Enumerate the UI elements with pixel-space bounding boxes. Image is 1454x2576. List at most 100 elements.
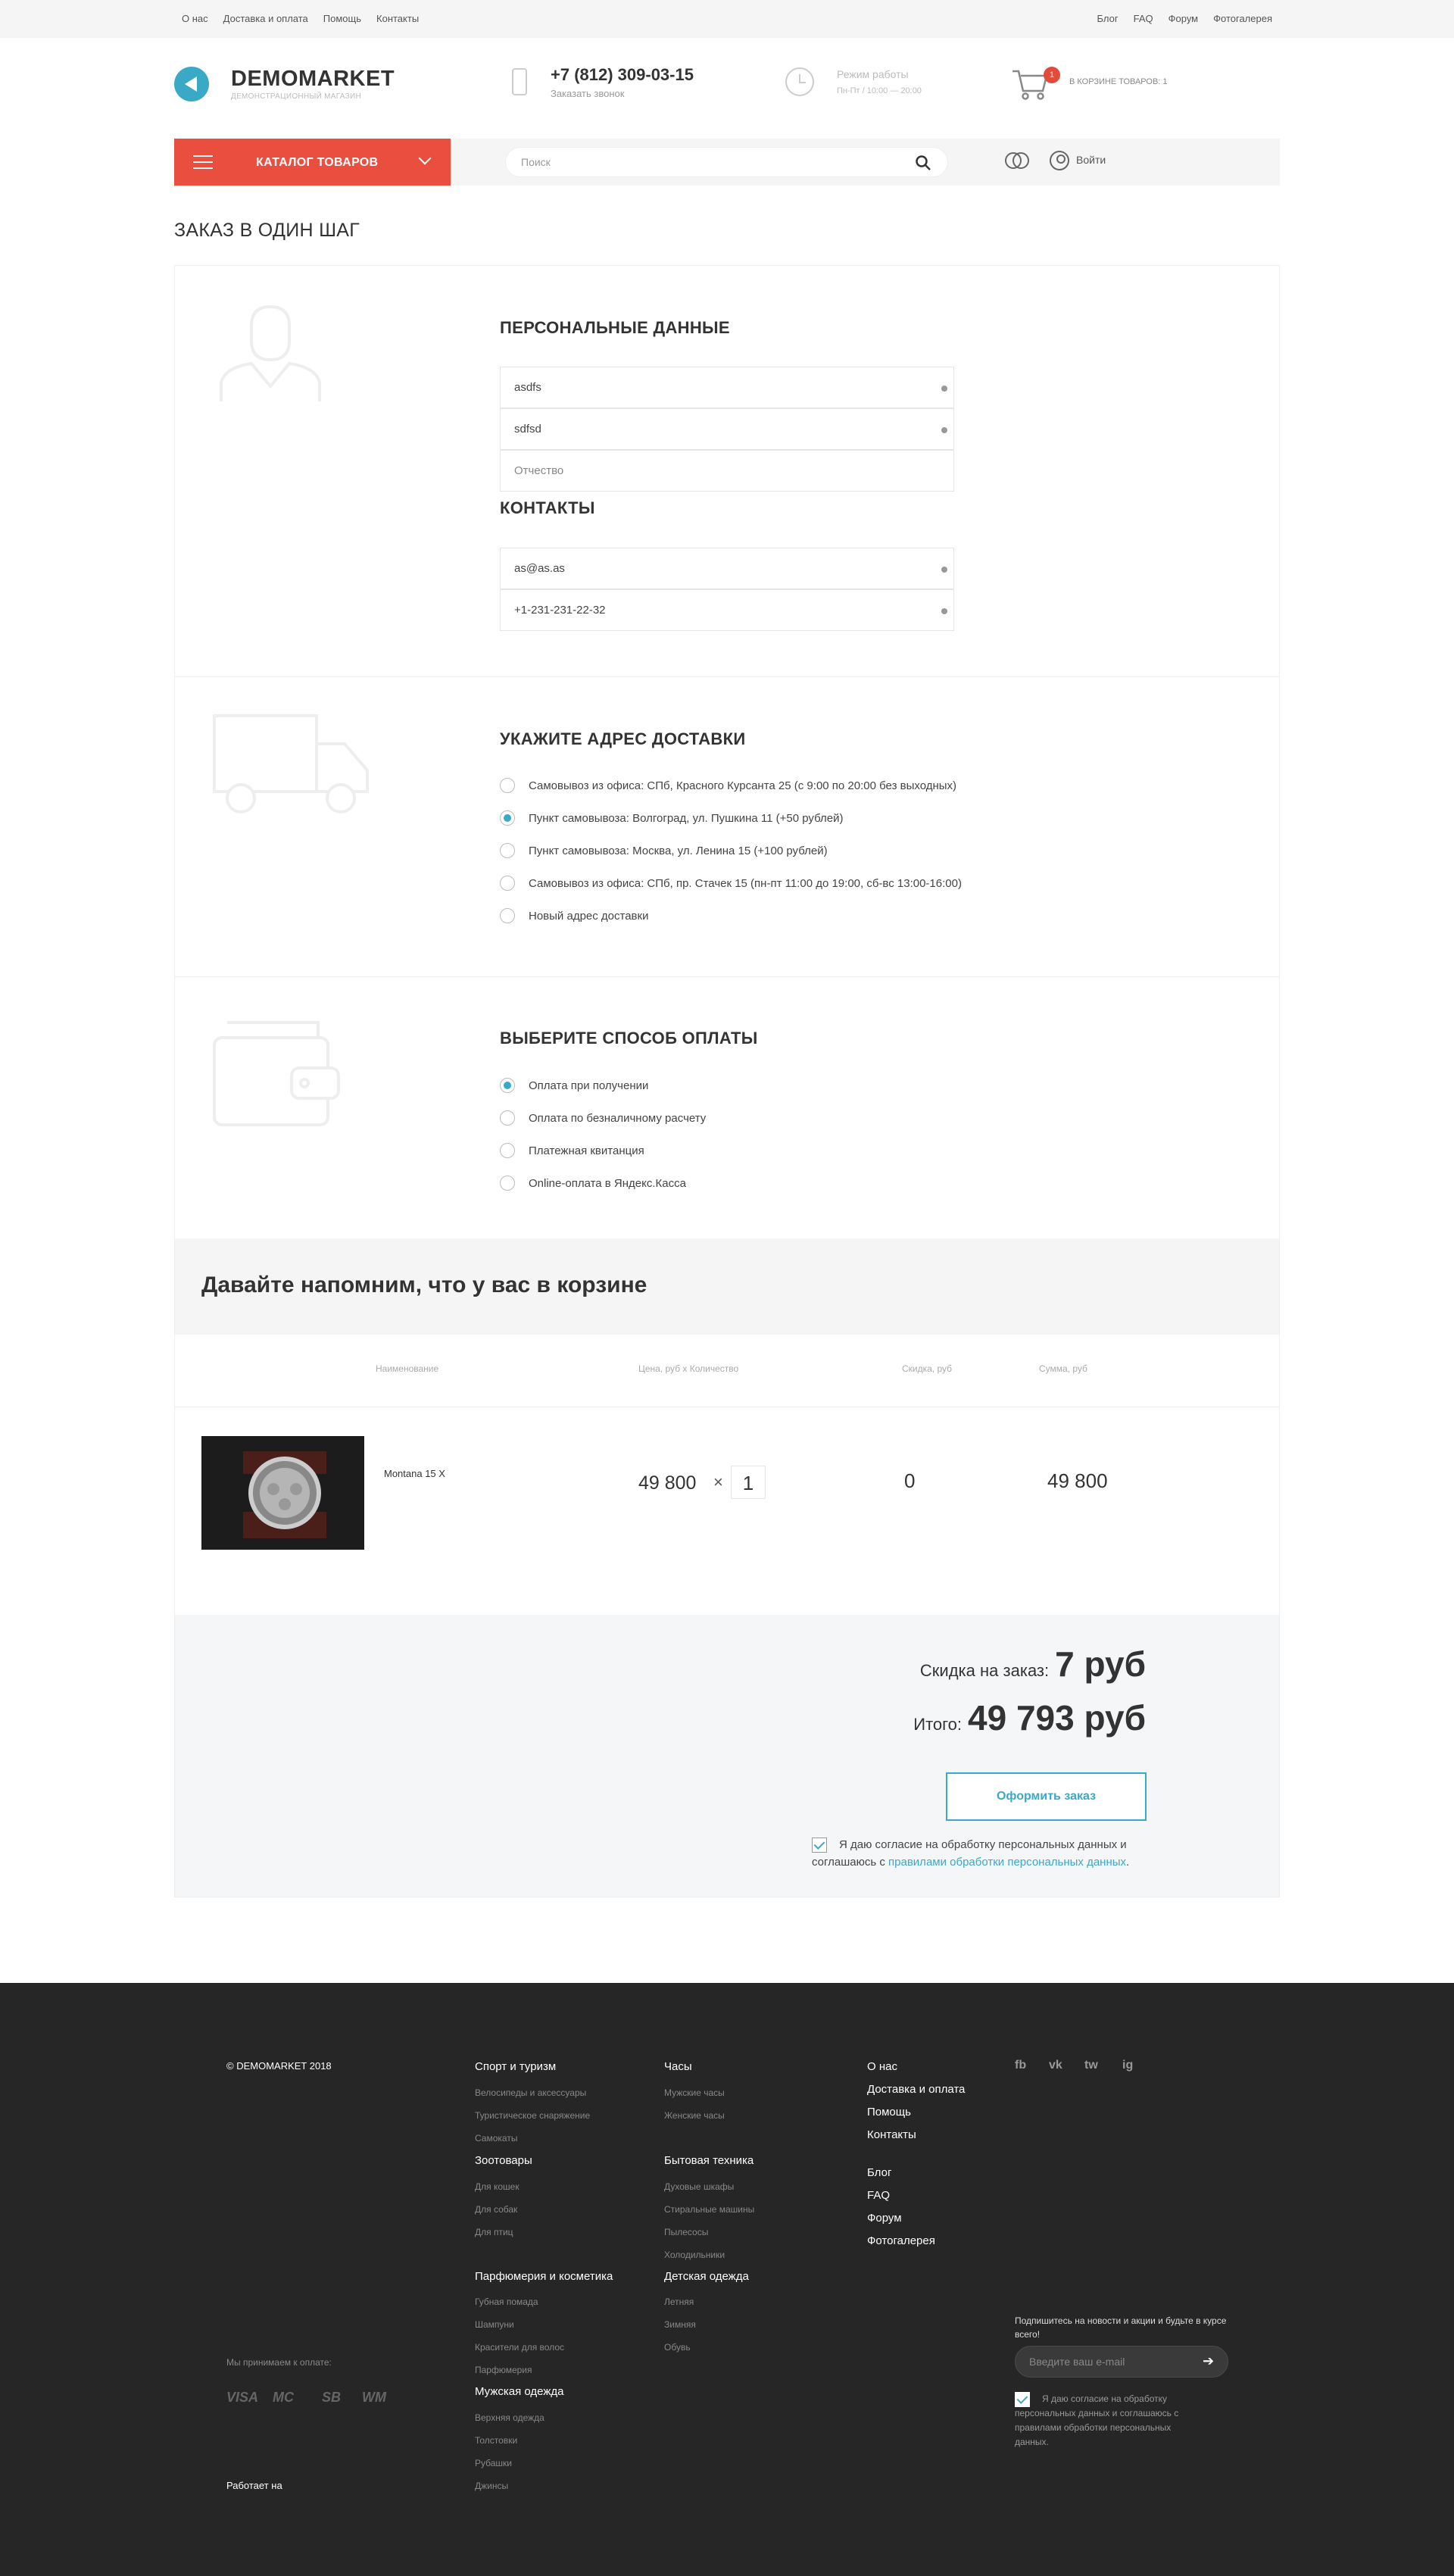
last-name-input[interactable]: [501, 409, 953, 449]
payment-radio[interactable]: [500, 1143, 515, 1158]
payment-radio[interactable]: [500, 1110, 515, 1126]
required-indicator: [941, 608, 947, 614]
phone-input[interactable]: [501, 590, 953, 630]
payment-option[interactable]: Оплата по безналичному расчету: [500, 1109, 706, 1127]
footer-category-title[interactable]: Детская одежда: [664, 2270, 749, 2283]
delivery-radio[interactable]: [500, 908, 515, 923]
footer-category-link[interactable]: Духовые шкафы: [664, 2181, 734, 2192]
logo-title[interactable]: DEMOMARKET: [231, 67, 395, 92]
payment-radio-selected[interactable]: [500, 1078, 515, 1093]
footer-category-link[interactable]: Для собак: [475, 2204, 517, 2215]
footer-link-contacts[interactable]: Контакты: [867, 2128, 916, 2141]
payment-option-label: Online-оплата в Яндекс.Касса: [529, 1176, 686, 1190]
middle-name-input[interactable]: [501, 451, 953, 491]
topbar-link-forum[interactable]: Форум: [1169, 13, 1199, 24]
payment-option[interactable]: Online-оплата в Яндекс.Касса: [500, 1174, 686, 1192]
user-icon[interactable]: [1050, 151, 1069, 170]
footer-category-title[interactable]: Спорт и туризм: [475, 2060, 556, 2073]
topbar-link-delivery[interactable]: Доставка и оплата: [223, 13, 308, 24]
vk-icon[interactable]: vk: [1049, 2059, 1062, 2072]
cart-label[interactable]: В КОРЗИНЕ ТОВАРОВ: 1: [1069, 77, 1168, 86]
topbar-link-contacts[interactable]: Контакты: [376, 13, 419, 24]
topbar-link-gallery[interactable]: Фотогалерея: [1213, 13, 1272, 24]
topbar-link-faq[interactable]: FAQ: [1134, 13, 1153, 24]
payment-title: ВЫБЕРИТЕ СПОСОБ ОПЛАТЫ: [500, 1029, 758, 1048]
search-icon[interactable]: [915, 155, 931, 171]
footer-category-title[interactable]: Парфюмерия и косметика: [475, 2270, 613, 2283]
footer-category-link[interactable]: Стиральные машины: [664, 2204, 754, 2215]
footer-category-link[interactable]: Женские часы: [664, 2110, 725, 2121]
delivery-option[interactable]: Самовывоз из офиса: СПб, пр. Стачек 15 (…: [500, 874, 962, 892]
footer-link-faq[interactable]: FAQ: [867, 2189, 890, 2202]
footer-category-link[interactable]: Толстовки: [475, 2435, 517, 2446]
footer-link-about[interactable]: О нас: [867, 2060, 897, 2073]
footer-category-link[interactable]: Джинсы: [475, 2481, 508, 2491]
delivery-radio[interactable]: [500, 876, 515, 891]
delivery-option[interactable]: Самовывоз из офиса: СПб, Красного Курсан…: [500, 776, 956, 795]
footer-category-link[interactable]: Мужские часы: [664, 2087, 725, 2098]
footer-category-link[interactable]: Рубашки: [475, 2458, 512, 2468]
delivery-radio[interactable]: [500, 778, 515, 793]
facebook-icon[interactable]: fb: [1015, 2059, 1026, 2072]
first-name-input[interactable]: [501, 367, 953, 407]
footer-works-on: Работает на: [226, 2480, 282, 2491]
payment-option[interactable]: Платежная квитанция: [500, 1141, 644, 1160]
privacy-policy-link[interactable]: правилами обработки персональных данных: [888, 1856, 1126, 1869]
payment-option[interactable]: Оплата при получении: [500, 1076, 648, 1094]
footer-link-forum[interactable]: Форум: [867, 2212, 902, 2225]
delivery-option[interactable]: Пункт самовывоза: Москва, ул. Ленина 15 …: [500, 841, 828, 860]
callback-link[interactable]: Заказать звонок: [551, 88, 624, 99]
logo-icon[interactable]: [174, 67, 209, 101]
footer-category-link[interactable]: Обувь: [664, 2342, 691, 2353]
footer-category-link[interactable]: Велосипеды и аксессуары: [475, 2087, 586, 2098]
footer-category-link[interactable]: Шампуни: [475, 2319, 514, 2330]
place-order-button[interactable]: Оформить заказ: [946, 1772, 1147, 1821]
footer-category-title[interactable]: Мужская одежда: [475, 2385, 563, 2398]
product-image[interactable]: [201, 1436, 364, 1550]
footer-link-help[interactable]: Помощь: [867, 2106, 911, 2119]
delivery-radio-selected[interactable]: [500, 810, 515, 826]
footer-category-title[interactable]: Часы: [664, 2060, 692, 2073]
catalog-button[interactable]: КАТАЛОГ ТОВАРОВ: [174, 139, 451, 186]
topbar-link-blog[interactable]: Блог: [1097, 13, 1119, 24]
footer-category-link[interactable]: Верхняя одежда: [475, 2412, 544, 2423]
delivery-option[interactable]: Новый адрес доставки: [500, 907, 648, 925]
footer-category-link[interactable]: Самокаты: [475, 2133, 517, 2144]
footer-category-link[interactable]: Парфюмерия: [475, 2365, 532, 2375]
order-total-label: Итого:: [913, 1715, 963, 1734]
login-link[interactable]: Войти: [1076, 154, 1106, 166]
footer-category-link[interactable]: Зимняя: [664, 2319, 696, 2330]
topbar-link-about[interactable]: О нас: [182, 13, 208, 24]
footer-link-gallery[interactable]: Фотогалерея: [867, 2234, 935, 2247]
twitter-icon[interactable]: tw: [1084, 2059, 1098, 2072]
footer-category-title[interactable]: Зоотовары: [475, 2154, 532, 2167]
footer-link-delivery[interactable]: Доставка и оплата: [867, 2083, 965, 2096]
arrow-right-icon[interactable]: ➔: [1203, 2353, 1214, 2369]
footer-category-link[interactable]: Холодильники: [664, 2250, 725, 2260]
footer-category-link[interactable]: Туристическое снаряжение: [475, 2110, 590, 2121]
email-input[interactable]: [501, 548, 953, 589]
footer-category-link[interactable]: Для кошек: [475, 2181, 520, 2192]
subscribe-email-input[interactable]: [1029, 2347, 1196, 2377]
footer-link-blog[interactable]: Блог: [867, 2166, 891, 2179]
consent-text-end: .: [1126, 1856, 1130, 1869]
footer-category-link[interactable]: Летняя: [664, 2297, 694, 2307]
footer-category-link[interactable]: Красители для волос: [475, 2342, 564, 2353]
payment-option-label: Платежная квитанция: [529, 1144, 644, 1157]
phone-number[interactable]: +7 (812) 309-03-15: [551, 65, 694, 85]
consent-checkbox[interactable]: [812, 1838, 827, 1853]
delivery-option[interactable]: Пункт самовывоза: Волгоград, ул. Пушкина…: [500, 809, 844, 827]
footer-category-title[interactable]: Бытовая техника: [664, 2154, 754, 2167]
topbar-link-help[interactable]: Помощь: [323, 13, 361, 24]
compare-icon[interactable]: [1004, 151, 1030, 170]
delivery-radio[interactable]: [500, 843, 515, 858]
quantity-field[interactable]: 1: [731, 1466, 766, 1499]
product-name[interactable]: Montana 15 X: [384, 1468, 445, 1479]
search-input[interactable]: [521, 148, 900, 176]
footer-category-link[interactable]: Для птиц: [475, 2227, 513, 2237]
instagram-icon[interactable]: ig: [1122, 2059, 1133, 2072]
footer-category-link[interactable]: Пылесосы: [664, 2227, 708, 2237]
footer-consent-checkbox[interactable]: [1015, 2392, 1030, 2407]
payment-radio[interactable]: [500, 1176, 515, 1191]
footer-category-link[interactable]: Губная помада: [475, 2297, 538, 2307]
